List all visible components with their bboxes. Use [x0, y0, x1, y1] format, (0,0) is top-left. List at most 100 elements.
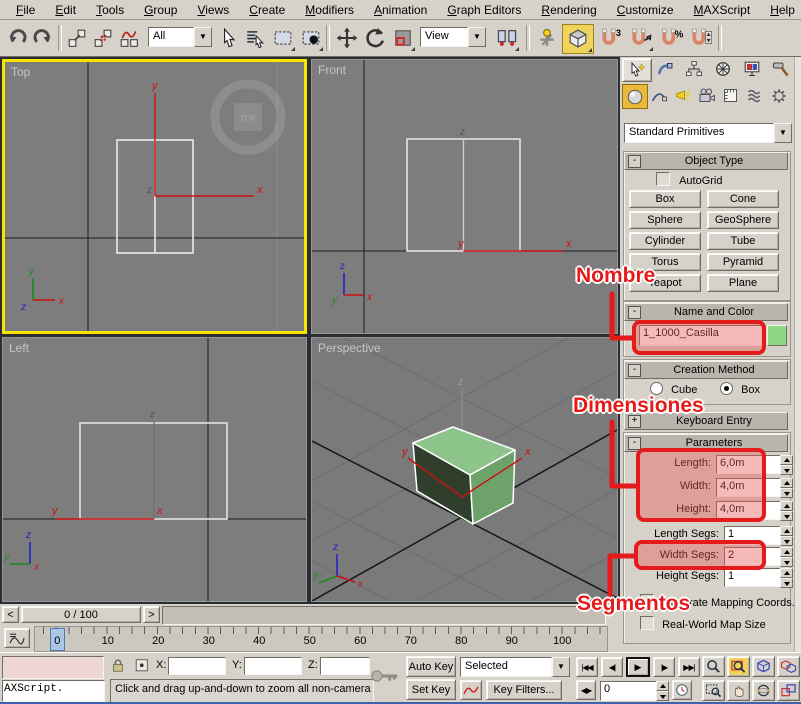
play-button[interactable]: ▶ — [626, 657, 650, 677]
key-filters-button[interactable]: Key Filters... — [486, 680, 562, 700]
set-key-button[interactable]: Set Key — [406, 679, 456, 700]
hierarchy-tab[interactable] — [680, 58, 708, 80]
select-and-link-icon[interactable] — [64, 24, 90, 52]
box-radio[interactable] — [720, 382, 733, 395]
reference-coordinate-dropdown[interactable]: View ▼ — [420, 27, 486, 47]
z-coordinate-field[interactable] — [320, 657, 370, 675]
spinner[interactable] — [780, 526, 793, 543]
menu-item[interactable]: Tools — [86, 1, 134, 19]
object-type-button[interactable]: Cone — [707, 190, 779, 208]
object-type-button[interactable]: GeoSphere — [707, 211, 779, 229]
geometry-category-icon[interactable] — [622, 84, 648, 109]
frame-spinner[interactable] — [656, 681, 669, 698]
window-crossing-icon[interactable] — [298, 24, 324, 52]
zoom-extents-icon[interactable] — [752, 656, 775, 677]
select-object-icon[interactable] — [216, 24, 242, 52]
real-world-checkbox[interactable] — [640, 616, 654, 630]
collapse-icon[interactable]: - — [628, 155, 641, 168]
param-value-field[interactable]: 1 — [724, 568, 784, 587]
object-name-field[interactable]: 1_1000_Casilla — [639, 325, 765, 346]
go-to-start-button[interactable]: |◀◀ — [576, 657, 598, 677]
default-in-out-tangents-icon[interactable] — [460, 680, 482, 700]
min-max-toggle-icon[interactable] — [777, 680, 800, 701]
rectangular-selection-region-icon[interactable] — [270, 24, 296, 52]
zoom-icon[interactable] — [702, 656, 725, 677]
modify-tab[interactable] — [651, 58, 679, 80]
menu-item[interactable]: Customize — [607, 1, 684, 19]
viewport-perspective[interactable]: Perspective z — [311, 337, 618, 602]
viewport-left-canvas[interactable]: y x z z y x — [3, 338, 306, 601]
redo-icon[interactable] — [30, 24, 56, 52]
chevron-down-icon[interactable]: ▼ — [774, 123, 792, 143]
region-zoom-icon[interactable] — [702, 680, 725, 701]
utilities-tab[interactable] — [767, 58, 795, 80]
x-coordinate-field[interactable] — [168, 657, 226, 675]
viewport-top[interactable]: Top TOP y x z — [2, 59, 307, 334]
viewport-left[interactable]: Left y x z z y x — [2, 337, 307, 602]
select-and-manipulate-icon[interactable] — [534, 24, 560, 52]
spinner[interactable] — [780, 501, 793, 518]
object-color-swatch[interactable] — [767, 325, 787, 346]
param-value-field[interactable]: 4,0m — [716, 478, 784, 497]
bind-to-space-warp-icon[interactable] — [116, 24, 142, 52]
display-tab[interactable] — [738, 58, 766, 80]
select-and-scale-icon[interactable] — [390, 24, 416, 52]
create-tab[interactable] — [622, 58, 652, 82]
viewport-label[interactable]: Front — [318, 63, 346, 77]
menu-item[interactable]: Animation — [364, 1, 437, 19]
name-color-header[interactable]: - Name and Color — [624, 303, 788, 321]
spinner[interactable] — [780, 478, 793, 495]
chevron-down-icon[interactable]: ▼ — [552, 657, 570, 677]
cameras-category-icon[interactable] — [695, 84, 719, 107]
next-frame-button[interactable]: |▶ — [653, 657, 675, 677]
menu-item[interactable]: Create — [239, 1, 295, 19]
absolute-mode-icon[interactable] — [134, 657, 152, 675]
track-bar-ruler[interactable]: 0102030405060708090100 — [34, 626, 608, 652]
viewport-label[interactable]: Perspective — [318, 341, 381, 355]
undo-icon[interactable] — [4, 24, 30, 52]
unlink-selection-icon[interactable] — [90, 24, 116, 52]
zoom-all-icon[interactable] — [727, 656, 750, 677]
object-type-button[interactable]: Tube — [707, 232, 779, 250]
selection-lock-icon[interactable] — [110, 657, 128, 675]
parameters-header[interactable]: - Parameters — [624, 434, 788, 452]
pan-icon[interactable] — [727, 680, 750, 701]
viewport-label[interactable]: Top — [11, 65, 30, 79]
param-value-field[interactable]: 2 — [724, 547, 784, 566]
object-type-button[interactable]: Sphere — [629, 211, 701, 229]
select-and-rotate-icon[interactable] — [362, 24, 388, 52]
object-type-button[interactable]: Plane — [707, 274, 779, 292]
menu-item[interactable]: Help — [760, 1, 801, 19]
object-type-button[interactable]: Cylinder — [629, 232, 701, 250]
object-type-button[interactable]: Pyramid — [707, 253, 779, 271]
param-value-field[interactable]: 1 — [724, 526, 784, 545]
keyboard-shortcut-override-icon[interactable] — [370, 661, 400, 697]
snaps-toggle-icon[interactable] — [562, 24, 594, 54]
menu-item[interactable]: File — [6, 1, 45, 19]
space-warps-category-icon[interactable] — [743, 84, 767, 107]
menu-item[interactable]: Views — [187, 1, 239, 19]
spinner-snap-icon[interactable] — [688, 24, 714, 52]
select-and-move-icon[interactable] — [334, 24, 360, 52]
y-coordinate-field[interactable] — [244, 657, 302, 675]
selection-filter-dropdown[interactable]: All ▼ — [148, 27, 212, 47]
select-by-name-icon[interactable] — [242, 24, 268, 52]
previous-frame-button[interactable]: ◀| — [601, 657, 623, 677]
spinner-snap-toggle-icon[interactable]: % — [658, 24, 684, 52]
viewport-front[interactable]: Front y x z z y x — [311, 59, 618, 334]
object-type-header[interactable]: - Object Type — [624, 152, 788, 170]
motion-tab[interactable] — [709, 58, 737, 80]
maxscript-macro-recorder[interactable] — [2, 656, 104, 679]
viewport-front-canvas[interactable]: y x z z y x — [312, 60, 617, 333]
menu-item[interactable]: Group — [134, 1, 187, 19]
menu-item[interactable]: MAXScript — [684, 1, 761, 19]
viewport-perspective-canvas[interactable]: z y x z y x — [312, 338, 617, 601]
current-frame-field[interactable]: 0 — [600, 681, 660, 701]
go-to-end-button[interactable]: ▶▶| — [678, 657, 700, 677]
zoom-extents-all-icon[interactable] — [777, 656, 800, 677]
next-frame-arrow[interactable]: > — [143, 606, 160, 623]
time-slider-handle[interactable]: 0 / 100 — [21, 606, 141, 623]
menu-item[interactable]: Rendering — [531, 1, 606, 19]
param-value-field[interactable]: 4,0m — [716, 501, 784, 520]
collapse-icon[interactable]: - — [628, 364, 641, 377]
